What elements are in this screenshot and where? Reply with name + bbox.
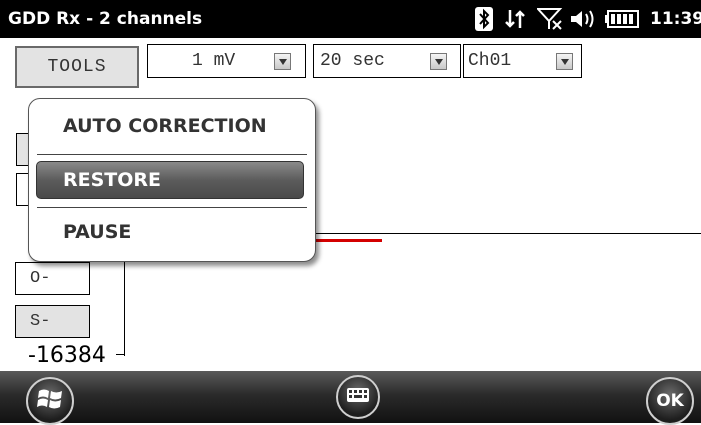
scale-minus-label: S- — [30, 312, 51, 331]
scale-minus-button[interactable]: S- — [15, 305, 90, 338]
menu-separator — [37, 207, 307, 208]
channel-select[interactable]: Ch01 — [463, 44, 582, 78]
offset-minus-label: O- — [30, 269, 51, 288]
chevron-down-icon[interactable] — [556, 53, 573, 70]
menu-separator — [37, 154, 307, 155]
status-bar: GDD Rx - 2 channels 11:39 — [0, 0, 701, 38]
y-axis-tick — [116, 354, 125, 355]
y-min-label: -16384 — [28, 343, 106, 368]
time-select-value: 20 sec — [320, 51, 385, 71]
baseline — [250, 233, 701, 234]
bluetooth-icon[interactable] — [474, 6, 494, 32]
ok-button[interactable]: OK — [646, 377, 694, 425]
tools-menu: AUTO CORRECTION RESTORE PAUSE — [28, 98, 316, 262]
scale-select-value: 1 mV — [192, 51, 236, 71]
battery-icon[interactable] — [604, 6, 640, 32]
time-select[interactable]: 20 sec — [313, 44, 461, 78]
bottom-bar: OK — [0, 371, 701, 425]
ok-button-label: OK — [656, 391, 684, 411]
windows-start-icon — [37, 387, 63, 416]
hidden-button[interactable] — [16, 173, 28, 206]
start-button[interactable] — [26, 377, 74, 425]
clock: 11:39 — [650, 9, 701, 29]
chevron-down-icon[interactable] — [274, 53, 291, 70]
data-connection-icon[interactable] — [503, 6, 529, 32]
channel-select-value: Ch01 — [468, 51, 512, 71]
signal-trace — [312, 239, 382, 242]
scale-select[interactable]: 1 mV — [147, 44, 306, 78]
keyboard-button[interactable] — [336, 375, 380, 419]
app-title: GDD Rx - 2 channels — [8, 9, 203, 29]
menu-item-auto-correction[interactable]: AUTO CORRECTION — [63, 115, 267, 137]
volume-icon[interactable] — [568, 6, 598, 32]
no-signal-icon[interactable] — [536, 6, 564, 32]
tools-button[interactable]: TOOLS — [15, 46, 139, 88]
hidden-button[interactable] — [16, 133, 28, 166]
chevron-down-icon[interactable] — [430, 53, 447, 70]
keyboard-icon — [347, 387, 369, 407]
offset-minus-button[interactable]: O- — [15, 262, 90, 295]
menu-item-pause[interactable]: PAUSE — [63, 221, 131, 243]
tools-button-label: TOOLS — [47, 57, 107, 77]
menu-item-restore[interactable]: RESTORE — [63, 169, 161, 191]
